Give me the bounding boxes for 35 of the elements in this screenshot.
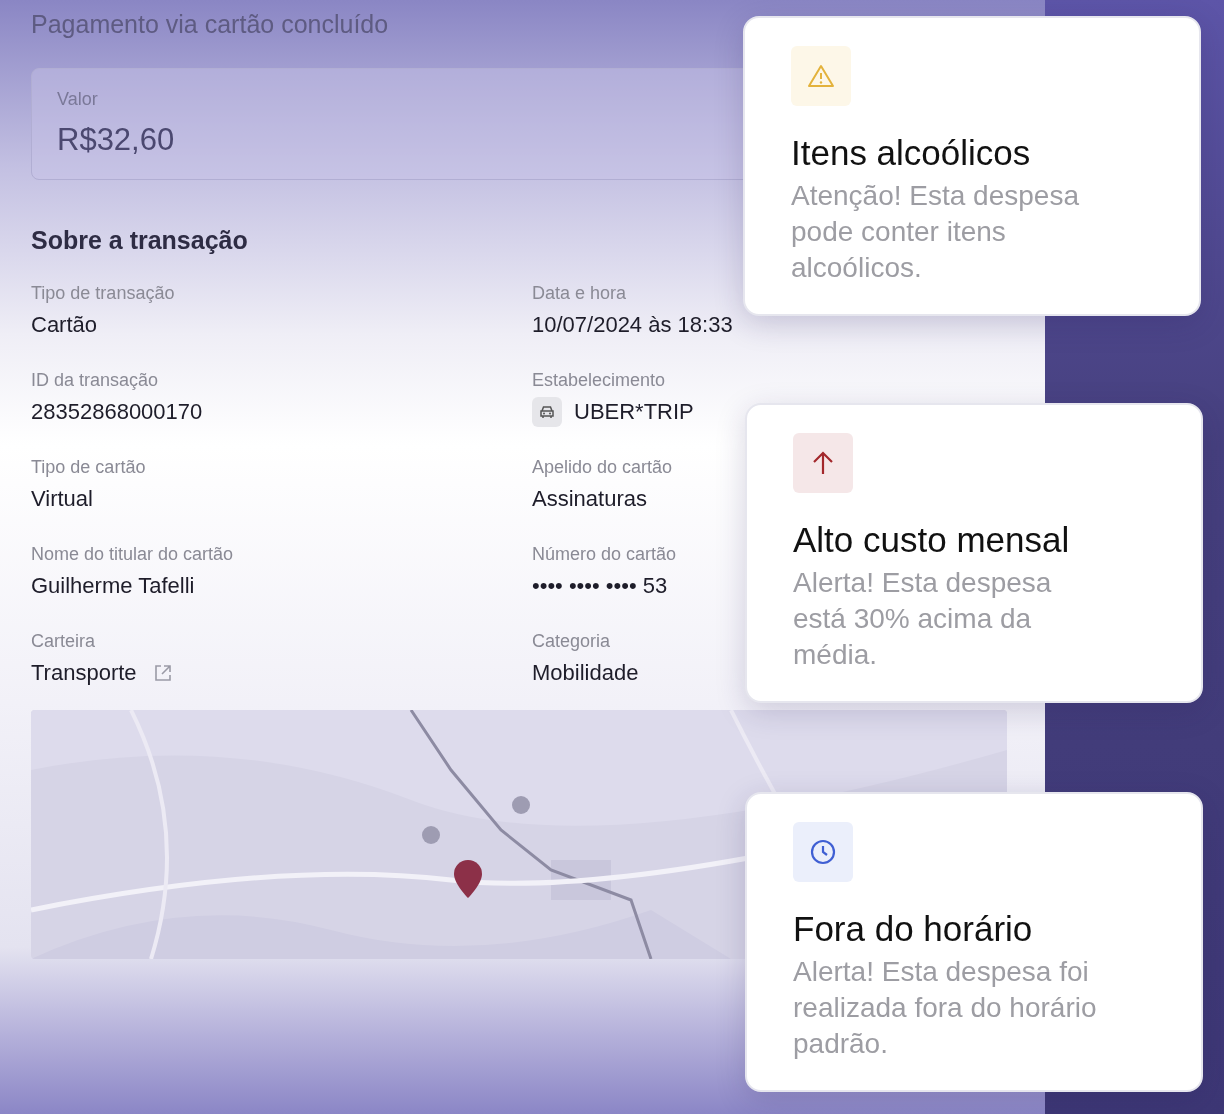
field-label: Apelido do cartão xyxy=(532,456,673,478)
alert-title: Itens alcoólicos xyxy=(791,132,1032,174)
field-value: Transporte xyxy=(31,660,137,686)
amount-label: Valor xyxy=(57,89,98,110)
alert-text: Alerta! Esta despesa foi realizada fora do horário padrão. xyxy=(793,955,1098,1061)
field-value: Guilherme Tafelli xyxy=(31,573,195,599)
warning-icon xyxy=(791,46,851,106)
field-label: Estabelecimento xyxy=(532,369,666,391)
page-title: Pagamento via cartão concluído xyxy=(31,9,389,40)
field-value: Assinaturas xyxy=(532,486,647,512)
field-label: Carteira xyxy=(31,630,96,652)
field-label: ID da transação xyxy=(31,369,159,391)
field-value: Virtual xyxy=(31,486,93,512)
field-value: 10/07/2024 às 18:33 xyxy=(532,312,733,338)
field-value: •••• •••• •••• 53 xyxy=(532,573,668,599)
section-title: Sobre a transação xyxy=(31,226,248,255)
field-value: Cartão xyxy=(31,312,98,338)
field-label: Tipo de cartão xyxy=(31,456,146,478)
alert-text: Atenção! Esta despesa pode conter itens alcoólicos. xyxy=(791,179,1080,285)
arrow-up-icon xyxy=(793,433,853,493)
field-label: Data e hora xyxy=(532,282,627,304)
alert-text: Alerta! Esta despesa está 30% acima da média. xyxy=(793,566,1053,672)
field-value: 28352868000170 xyxy=(31,399,203,425)
alert-title: Fora do horário xyxy=(793,908,1034,950)
alert-title: Alto custo mensal xyxy=(793,519,1071,561)
clock-icon xyxy=(793,822,853,882)
amount-value: R$32,60 xyxy=(57,122,175,158)
field-value: Mobilidade xyxy=(532,660,639,686)
field-value: UBER*TRIP xyxy=(574,399,694,425)
field-label: Tipo de transação xyxy=(31,282,175,304)
field-label: Categoria xyxy=(532,630,611,652)
field-label: Número do cartão xyxy=(532,543,677,565)
car-icon xyxy=(532,397,562,427)
field-label: Nome do titular do cartão xyxy=(31,543,234,565)
external-link-icon[interactable] xyxy=(152,663,173,683)
